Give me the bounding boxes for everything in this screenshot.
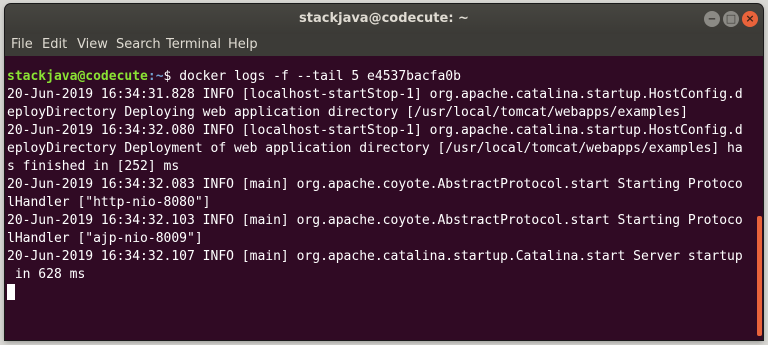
menu-help[interactable]: Help (228, 37, 258, 52)
output-line: eployDirectory Deploying web application… (7, 105, 688, 120)
output-line: lHandler ["ajp-nio-8009"] (7, 231, 203, 246)
scrollbar[interactable] (751, 56, 763, 340)
command-line: stackjava@codecute:~$ docker logs -f --t… (7, 68, 749, 86)
menu-terminal[interactable]: Terminal (166, 37, 221, 52)
text-cursor (7, 284, 15, 300)
output-line: eployDirectory Deployment of web applica… (7, 141, 743, 156)
output-line: 20-Jun-2019 16:34:31.828 INFO [localhost… (7, 87, 743, 102)
output-line: lHandler ["http-nio-8080"] (7, 195, 211, 210)
window-title: stackjava@codecute: ~ (299, 11, 469, 26)
output-line: 20-Jun-2019 16:34:32.103 INFO [main] org… (7, 213, 743, 228)
menu-search[interactable]: Search (116, 37, 161, 52)
close-button[interactable]: × (742, 11, 758, 27)
output-line: in 628 ms (7, 267, 86, 282)
prompt-symbol: $ (163, 69, 180, 84)
maximize-button[interactable]: □ (723, 11, 739, 27)
command-text: docker logs -f --tail 5 e4537bacfa0b (179, 69, 461, 84)
output-line: 20-Jun-2019 16:34:32.080 INFO [localhost… (7, 123, 743, 138)
output-line: 20-Jun-2019 16:34:32.107 INFO [main] org… (7, 249, 743, 264)
prompt-user: stackjava@codecute (7, 69, 148, 84)
terminal-output[interactable]: stackjava@codecute:~$ docker logs -f --t… (5, 56, 749, 340)
minimize-button[interactable]: ‒ (704, 11, 720, 27)
title-bar[interactable]: stackjava@codecute: ~ ‒ □ × (5, 4, 763, 34)
menu-view[interactable]: View (77, 37, 108, 52)
output-line: s finished in [252] ms (7, 159, 180, 174)
output-line: 20-Jun-2019 16:34:32.083 INFO [main] org… (7, 177, 743, 192)
prompt-path: :~ (147, 69, 164, 84)
terminal-window: stackjava@codecute: ~ ‒ □ × File Edit Vi… (5, 4, 763, 340)
scrollbar-thumb[interactable] (757, 216, 762, 336)
menu-file[interactable]: File (11, 37, 33, 52)
cursor-line (7, 284, 749, 302)
menu-bar: File Edit View Search Terminal Help (5, 34, 763, 56)
menu-edit[interactable]: Edit (42, 37, 67, 52)
